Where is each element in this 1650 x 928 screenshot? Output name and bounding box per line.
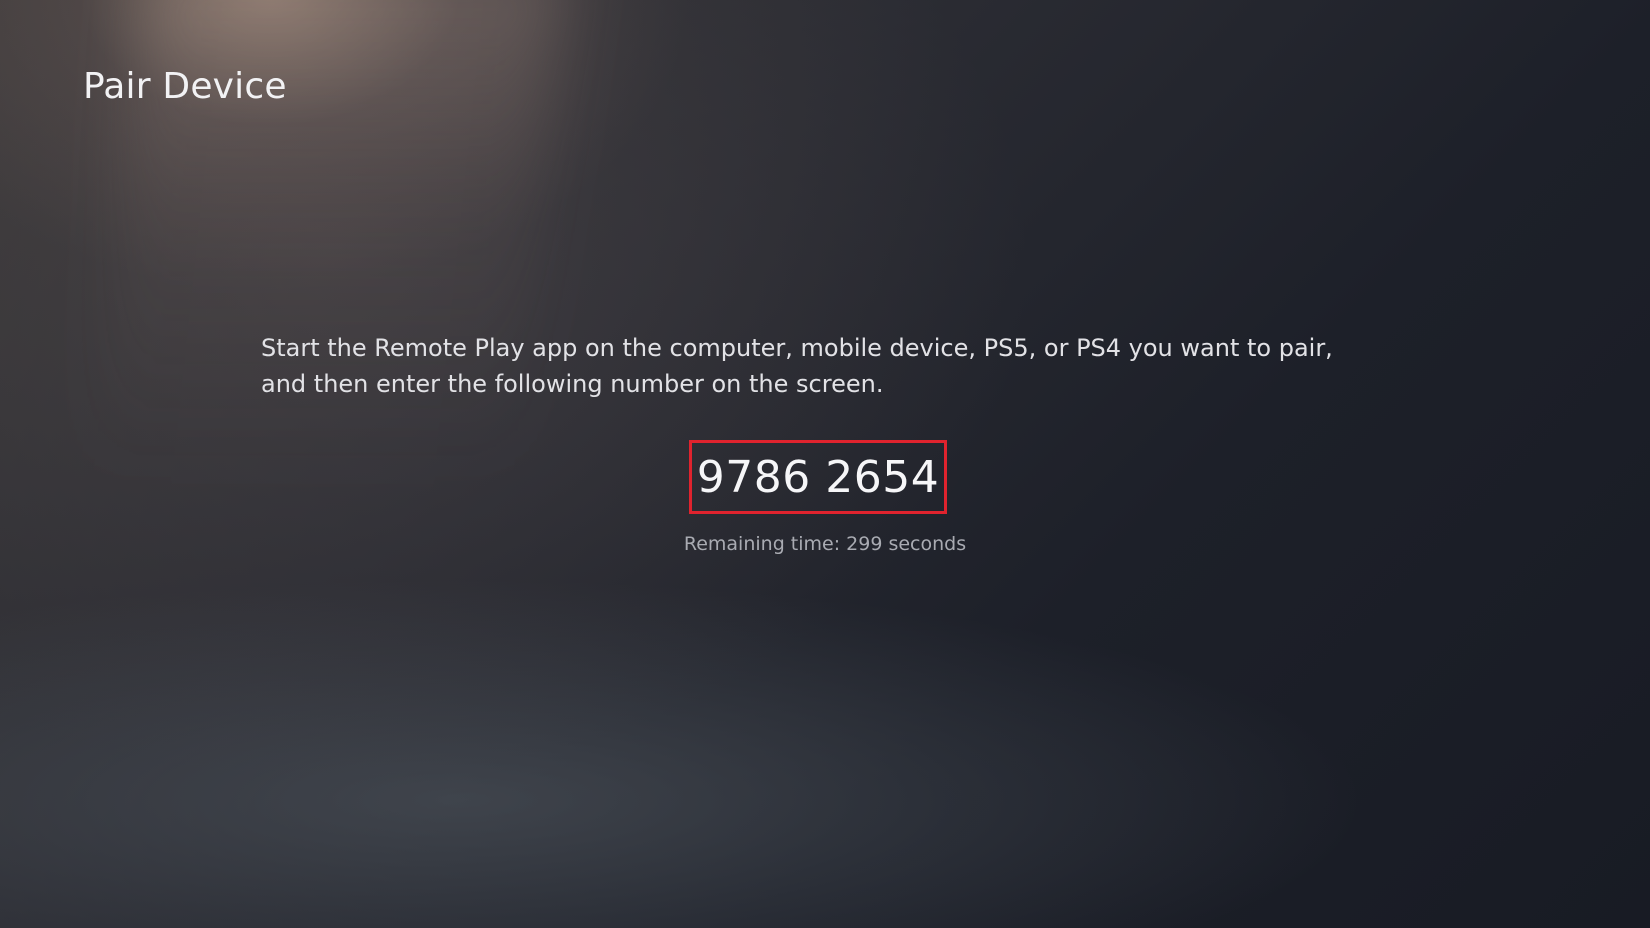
pairing-instructions: Start the Remote Play app on the compute… <box>261 334 1333 398</box>
page-title: Pair Device <box>83 66 287 107</box>
pair-device-screen: Pair Device Start the Remote Play app on… <box>0 0 1650 928</box>
pairing-code-box: 9786 2654 <box>689 440 947 514</box>
remaining-time-label: Remaining time: 299 seconds <box>683 533 967 555</box>
pairing-code: 9786 2654 <box>696 451 940 503</box>
